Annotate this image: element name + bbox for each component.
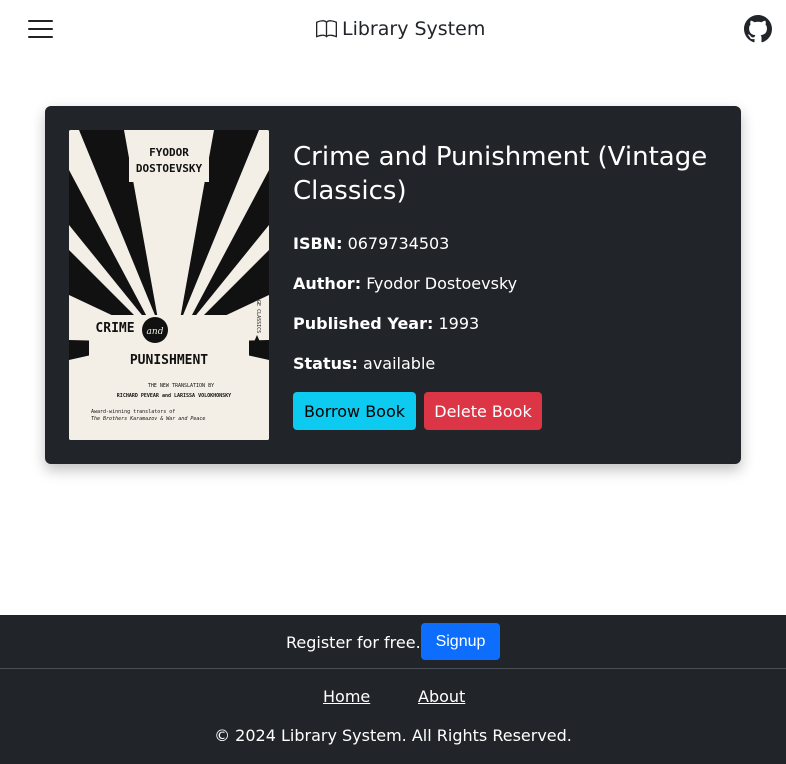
footer-links: Home About (0, 687, 786, 709)
cover-title-and: and (147, 327, 164, 337)
borrow-book-button[interactable]: Borrow Book (293, 392, 416, 430)
footer-register-bar: Register for free. Signup (0, 615, 786, 669)
book-title: Crime and Punishment (Vintage Classics) (293, 142, 708, 206)
cover-title-line1: CRIME (95, 321, 134, 336)
cover-author-line1: FYODOR (149, 146, 189, 159)
footer-link-about[interactable]: About (418, 687, 465, 706)
delete-book-button[interactable]: Delete Book (424, 392, 542, 430)
brand-label: Library System (342, 18, 486, 40)
register-text: Register for free. (286, 633, 421, 652)
year-row: Published Year: 1993 (293, 314, 479, 334)
author-row: Author: Fyodor Dostoevsky (293, 274, 517, 294)
status-label: Status: (293, 354, 358, 373)
footer: Register for free. Signup Home About © 2… (0, 615, 786, 764)
brand-link[interactable]: Library System (316, 15, 485, 43)
cover-translation-line2: RICHARD PEVEAR and LARISSA VOLOKHONSKY (117, 393, 231, 399)
top-navbar: Library System (0, 0, 786, 58)
isbn-row: ISBN: 0679734503 (293, 234, 449, 254)
copyright-text: © 2024 Library System. All Rights Reserv… (214, 726, 572, 745)
author-value: Fyodor Dostoevsky (366, 274, 518, 293)
book-card: FYODOR DOSTOEVSKY CRIME and PUNISHMENT T… (45, 106, 741, 464)
github-icon[interactable] (744, 15, 772, 43)
footer-link-home[interactable]: Home (323, 687, 370, 706)
cover-award-line1: Award-winning translators of (91, 409, 175, 415)
year-label: Published Year: (293, 314, 434, 333)
isbn-value: 0679734503 (347, 234, 450, 253)
open-book-icon (316, 19, 337, 37)
status-row: Status: available (293, 354, 435, 374)
hamburger-menu-icon[interactable] (28, 18, 53, 40)
cover-award-line2: The Brothers Karamazov & War and Peace (91, 416, 205, 422)
book-cover-image: FYODOR DOSTOEVSKY CRIME and PUNISHMENT T… (69, 130, 269, 440)
isbn-label: ISBN: (293, 234, 343, 253)
cover-spine-text: VINTAGE CLASSICS (255, 285, 261, 333)
cover-author-line2: DOSTOEVSKY (136, 162, 203, 175)
cover-translation-line1: THE NEW TRANSLATION BY (148, 383, 214, 389)
book-details: Crime and Punishment (Vintage Classics) … (293, 140, 713, 430)
signup-button[interactable]: Signup (421, 623, 500, 660)
year-value: 1993 (438, 314, 480, 333)
status-value: available (363, 354, 436, 373)
author-label: Author: (293, 274, 362, 293)
cover-title-line2: PUNISHMENT (130, 353, 208, 368)
